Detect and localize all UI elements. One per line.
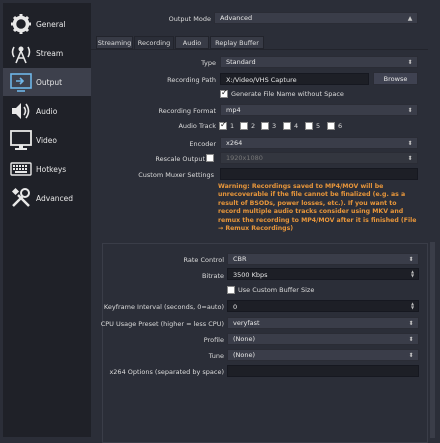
- chevron-down-icon: ⬍: [407, 107, 413, 114]
- tab-replay-buffer[interactable]: Replay Buffer: [210, 36, 264, 49]
- spin-arrows-icon[interactable]: ▲ ▼: [409, 302, 416, 311]
- chevron-down-icon: ▲: [407, 15, 413, 22]
- output-mode-value: Advanced: [220, 14, 253, 22]
- tools-icon: [11, 187, 30, 207]
- sidebar-item-output[interactable]: Output: [3, 68, 91, 96]
- sidebar-item-advanced[interactable]: Advanced: [3, 184, 91, 212]
- chevron-down-icon: ⬍: [407, 155, 413, 162]
- custom-muxer-label: Custom Muxer Settings: [138, 171, 214, 179]
- scrollbar[interactable]: [430, 242, 435, 438]
- sidebar-item-label: Audio: [36, 106, 58, 116]
- type-label: Type: [201, 59, 216, 67]
- keyframe-spinbox[interactable]: 0 ▲ ▼: [227, 300, 419, 312]
- bitrate-label: Bitrate: [201, 272, 224, 280]
- rescale-checkbox[interactable]: [206, 154, 214, 162]
- recording-path-input[interactable]: X:/Video/VHS Capture: [220, 73, 369, 85]
- rescale-label: Rescale Output: [155, 155, 205, 163]
- sidebar-item-label: Output: [36, 77, 63, 87]
- rate-control-label: Rate Control: [183, 256, 224, 264]
- audio-track-5-checkbox[interactable]: [305, 122, 313, 130]
- mp4-warning: Warning: Recordings saved to MP4/MOV wil…: [218, 183, 417, 233]
- sidebar-item-video[interactable]: Video: [3, 126, 91, 154]
- recording-format-label: Recording Format: [158, 107, 216, 115]
- encoder-select[interactable]: x264 ⬍: [220, 137, 418, 149]
- preset-select[interactable]: veryfast ⬍: [227, 317, 419, 329]
- output-mode-label: Output Mode: [168, 15, 211, 23]
- tab-recording[interactable]: Recording: [134, 36, 174, 50]
- audio-track-5-label: 5: [316, 122, 321, 130]
- tune-select[interactable]: (None) ⬍: [227, 349, 419, 361]
- audio-track-3-label: 3: [272, 122, 277, 130]
- broadcast-icon: [11, 46, 31, 64]
- recording-path-label: Recording Path: [167, 76, 216, 84]
- rescale-value: 1920x1080: [226, 154, 263, 162]
- recording-format-select[interactable]: mp4 ⬍: [220, 104, 418, 116]
- x264-options-input[interactable]: [227, 365, 419, 377]
- keyframe-label: Keyframe Interval (seconds, 0=auto): [103, 303, 224, 311]
- audio-track-1-checkbox[interactable]: [219, 120, 227, 130]
- tab-streaming[interactable]: Streaming: [96, 36, 133, 49]
- output-icon: [10, 73, 32, 92]
- rescale-select[interactable]: 1920x1080 ⬍: [220, 152, 418, 164]
- monitor-icon: [10, 130, 32, 150]
- audio-track-4-checkbox[interactable]: [283, 122, 291, 130]
- settings-sidebar: General Stream Output Audio Video Hotkey…: [3, 3, 91, 437]
- type-select[interactable]: Standard ⬍: [220, 56, 418, 68]
- profile-select[interactable]: (None) ⬍: [227, 333, 419, 345]
- sidebar-item-label: Advanced: [36, 193, 74, 203]
- preset-label: CPU Usage Preset (higher = less CPU): [100, 320, 224, 328]
- sidebar-item-general[interactable]: General: [3, 10, 91, 38]
- audio-track-2-checkbox[interactable]: [240, 122, 248, 130]
- gear-icon: [11, 14, 31, 34]
- chevron-down-icon: ⬍: [407, 140, 413, 147]
- sidebar-item-audio[interactable]: Audio: [3, 97, 91, 125]
- bitrate-spinbox[interactable]: 3500 Kbps ▲ ▼: [227, 268, 419, 280]
- sidebar-item-label: Video: [36, 135, 58, 145]
- sidebar-item-hotkeys[interactable]: Hotkeys: [3, 155, 91, 183]
- tune-label: Tune: [208, 352, 224, 360]
- x264-options-label: x264 Options (separated by space): [109, 368, 224, 376]
- spin-arrows-icon[interactable]: ▲ ▼: [409, 270, 416, 279]
- chevron-down-icon: ⬍: [408, 352, 414, 359]
- sidebar-item-label: Hotkeys: [36, 164, 67, 174]
- keyframe-value: 0: [233, 303, 238, 311]
- audio-track-1-label: 1: [230, 122, 235, 130]
- encoder-label: Encoder: [189, 140, 216, 148]
- profile-value: (None): [233, 335, 256, 343]
- keyboard-icon: [10, 162, 32, 176]
- tune-value: (None): [233, 351, 256, 359]
- bitrate-value: 3500 Kbps: [233, 271, 268, 279]
- audio-track-6-label: 6: [338, 122, 343, 130]
- chevron-down-icon: ⬍: [408, 320, 414, 327]
- chevron-down-icon: ⬍: [408, 256, 414, 263]
- tab-audio[interactable]: Audio: [175, 36, 209, 49]
- speaker-icon: [12, 103, 30, 119]
- audio-track-3-checkbox[interactable]: [261, 122, 269, 130]
- sidebar-item-label: General: [36, 19, 66, 29]
- rate-control-select[interactable]: CBR ⬍: [227, 253, 419, 265]
- type-value: Standard: [226, 58, 256, 66]
- profile-label: Profile: [203, 336, 224, 344]
- sidebar-item-label: Stream: [36, 48, 64, 58]
- format-value: mp4: [226, 106, 241, 114]
- nospace-checkbox[interactable]: [220, 88, 228, 98]
- audio-track-6-checkbox[interactable]: [327, 122, 335, 130]
- custom-buffer-checkbox[interactable]: [227, 286, 235, 294]
- audio-track-label: Audio Track: [178, 122, 216, 130]
- sidebar-item-stream[interactable]: Stream: [3, 39, 91, 67]
- audio-track-4-label: 4: [294, 122, 299, 130]
- rate-control-value: CBR: [233, 255, 247, 263]
- preset-value: veryfast: [233, 319, 260, 327]
- tab-divider: [91, 49, 428, 50]
- audio-track-2-label: 2: [251, 122, 256, 130]
- encoder-value: x264: [226, 139, 243, 147]
- output-mode-select[interactable]: Advanced ▲: [214, 12, 418, 24]
- browse-button[interactable]: Browse: [373, 72, 418, 85]
- custom-muxer-input[interactable]: [220, 168, 418, 180]
- chevron-down-icon: ⬍: [408, 336, 414, 343]
- nospace-label: Generate File Name without Space: [231, 90, 344, 98]
- chevron-down-icon: ⬍: [407, 59, 413, 66]
- custom-buffer-label: Use Custom Buffer Size: [238, 286, 315, 294]
